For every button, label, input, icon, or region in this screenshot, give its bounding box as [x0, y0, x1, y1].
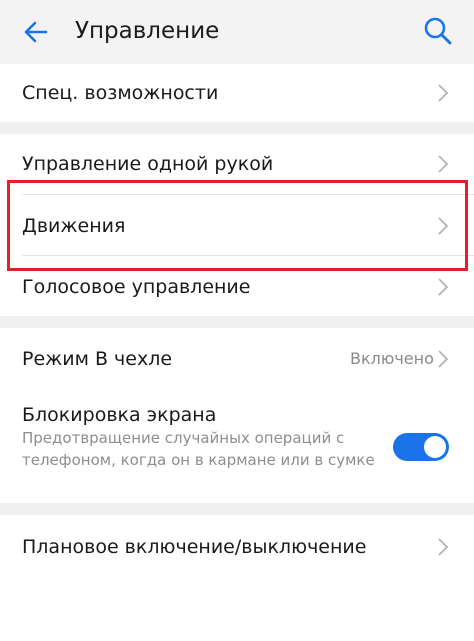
chevron-right-icon [438, 538, 449, 556]
settings-item-label: Спец. возможности [22, 82, 219, 104]
settings-item-accessibility[interactable]: Спец. возможности [0, 64, 474, 122]
settings-item-label: Режим В чехле [22, 348, 173, 370]
settings-item-value: Включено [350, 349, 434, 368]
settings-item-description: Предотвращение случайных операций с теле… [22, 429, 375, 469]
section-gap [0, 122, 474, 134]
settings-item-label: Движения [22, 215, 126, 237]
settings-item-cover-mode[interactable]: Режим В чехле Включено [0, 328, 474, 388]
settings-item-one-hand[interactable]: Управление одной рукой [0, 134, 474, 194]
top-bar: Управление [0, 0, 474, 64]
settings-item-voice-control[interactable]: Голосовое управление [0, 256, 474, 316]
toggle-knob [424, 436, 446, 458]
back-arrow-icon[interactable] [18, 14, 54, 50]
chevron-right-icon [438, 350, 449, 368]
settings-item-motion[interactable]: Движения [0, 195, 474, 255]
settings-item-label: Управление одной рукой [22, 153, 274, 175]
settings-item-label: Блокировка экрана [22, 404, 217, 426]
chevron-right-icon [438, 217, 449, 235]
settings-item-label: Голосовое управление [22, 276, 251, 298]
chevron-right-icon [438, 84, 449, 102]
search-icon[interactable] [420, 13, 456, 49]
settings-item-label: Плановое включение/выключение [22, 536, 367, 558]
chevron-right-icon [438, 278, 449, 296]
screen-lock-toggle[interactable] [393, 433, 449, 461]
section-gap [0, 316, 474, 328]
page-title: Управление [75, 18, 220, 44]
section-gap [0, 503, 474, 515]
chevron-right-icon [438, 155, 449, 173]
settings-item-scheduled-power[interactable]: Плановое включение/выключение [0, 515, 474, 577]
